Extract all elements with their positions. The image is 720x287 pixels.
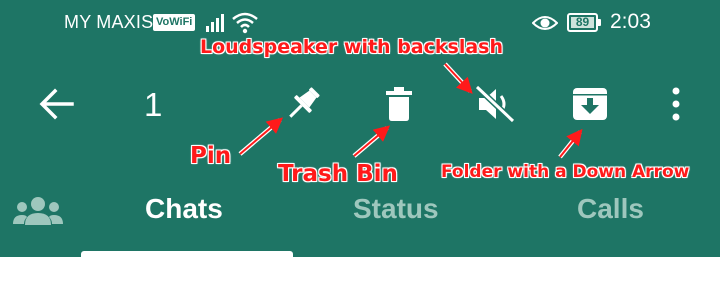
- annotation-mute: Loudspeaker with backslash: [200, 36, 503, 58]
- annotation-archive: Folder with a Down Arrow: [441, 162, 690, 182]
- annotation-trash: Trash Bin: [278, 161, 398, 187]
- annotation-pin: Pin: [190, 143, 232, 169]
